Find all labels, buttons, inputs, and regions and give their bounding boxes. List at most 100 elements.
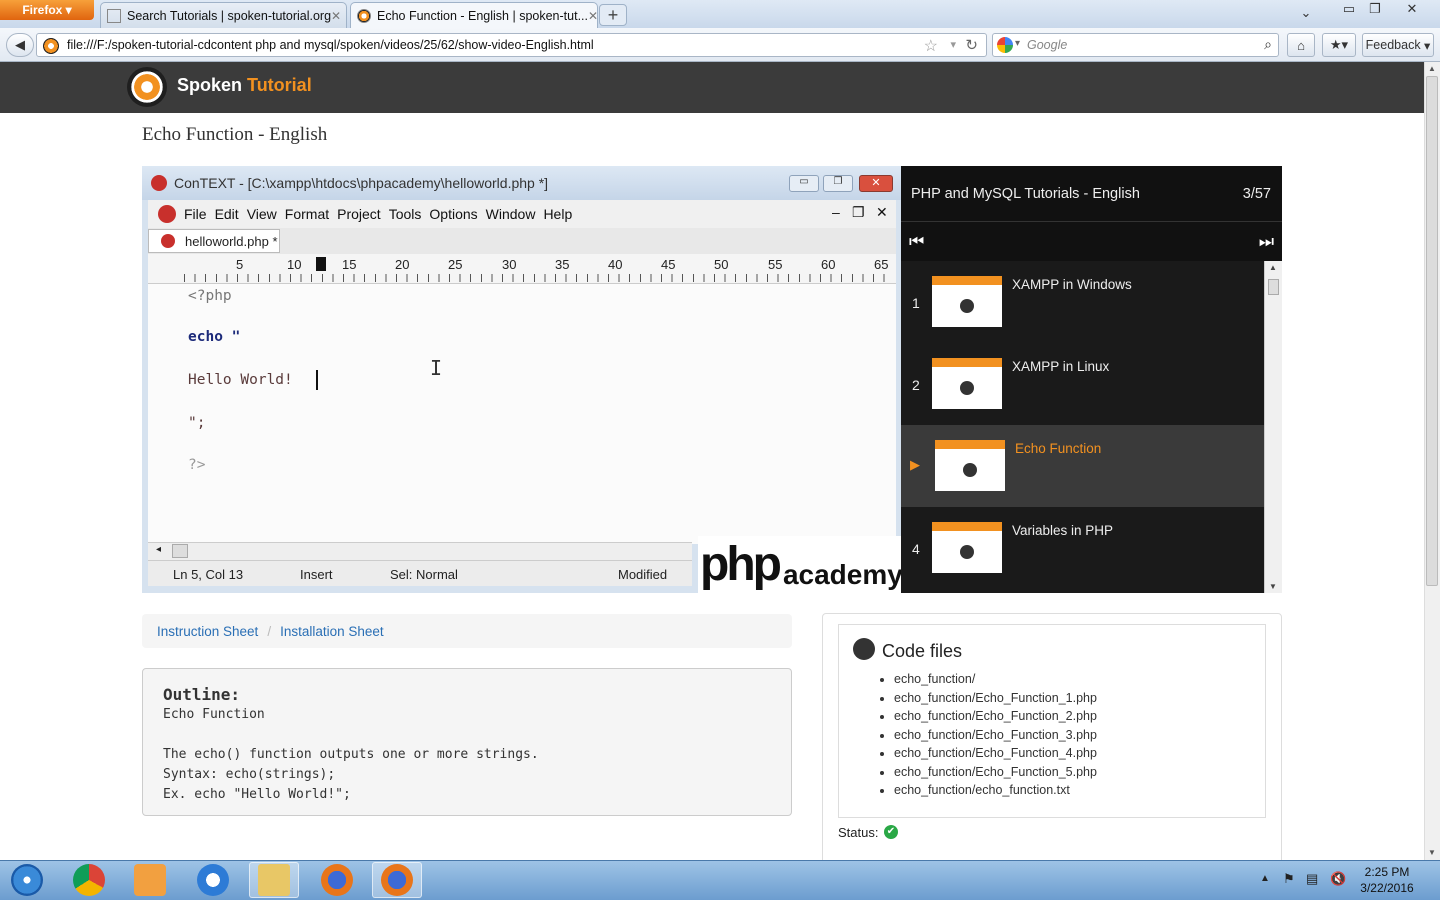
text-caret	[316, 370, 318, 390]
folder-icon	[258, 864, 290, 896]
code-file-link[interactable]: echo_function/echo_function.txt	[894, 781, 1097, 800]
search-icon[interactable]: ⌕	[1264, 36, 1272, 53]
code-line: <?php	[188, 288, 232, 304]
code-file-link[interactable]: echo_function/	[894, 670, 1097, 689]
i-beam-cursor-icon: I	[430, 356, 443, 380]
editor-file-tab-label: helloworld.php *	[185, 233, 278, 249]
outline-heading: Outline:	[163, 685, 241, 704]
url-history-dropdown-icon[interactable]: ▾	[950, 38, 956, 51]
bookmarks-button[interactable]: ★▾	[1322, 33, 1356, 57]
playlist-item-title: Variables in PHP	[1012, 523, 1114, 538]
menu-tools: Tools	[388, 206, 422, 222]
media-player-icon	[134, 864, 166, 896]
windows-logo-icon	[11, 864, 43, 896]
engine-dropdown-icon[interactable]: ▾	[1015, 38, 1020, 49]
video-thumbnail	[932, 276, 1002, 327]
editor-doc-icon	[158, 205, 176, 223]
playlist-item-current[interactable]: ▶ Echo Function	[901, 425, 1264, 507]
editor-horizontal-scrollbar: ◂	[148, 542, 692, 560]
outline-line: Ex. echo "Hello World!";	[163, 787, 351, 802]
minimize-window-button[interactable]: ▭	[1338, 0, 1360, 18]
tab-echo-function[interactable]: Echo Function - English | spoken-tut... …	[350, 2, 598, 28]
search-placeholder: Google	[1027, 38, 1068, 52]
tab-search-tutorials[interactable]: Search Tutorials | spoken-tutorial.org ✕	[100, 2, 347, 28]
action-center-flag-icon[interactable]: ⚑	[1283, 871, 1295, 887]
start-button[interactable]	[2, 862, 52, 898]
playlist-list: 1 XAMPP in Windows 2 XAMPP in Linux ▶ Ec…	[901, 261, 1264, 593]
page-icon	[107, 8, 121, 23]
playlist-item[interactable]: 4 Variables in PHP	[901, 507, 1264, 589]
site-brand[interactable]: Spoken Tutorial	[177, 75, 312, 96]
taskbar-file-explorer[interactable]	[249, 862, 299, 898]
chrome-icon	[73, 864, 105, 896]
close-window-button[interactable]: ✕	[1390, 0, 1434, 18]
home-button[interactable]: ⌂	[1287, 33, 1315, 57]
google-engine-icon[interactable]	[997, 37, 1013, 53]
feedback-button[interactable]: Feedback ▾	[1362, 33, 1434, 57]
page-scroll-thumb[interactable]	[1426, 76, 1438, 586]
next-video-icon[interactable]: ⏭	[1259, 232, 1274, 252]
network-icon[interactable]: ▤	[1306, 871, 1318, 887]
now-playing-arrow-icon: ▶	[910, 457, 920, 472]
taskbar-firefox[interactable]	[312, 862, 362, 898]
show-hidden-icons-chevron-icon[interactable]: ▲	[1260, 873, 1270, 884]
video-player[interactable]: ConTEXT - [C:\xampp\htdocs\phpacademy\he…	[142, 166, 901, 593]
scroll-thumb	[172, 544, 188, 558]
spoken-tutorial-favicon-icon	[357, 8, 371, 23]
taskbar-chrome[interactable]	[64, 862, 114, 898]
scroll-thumb[interactable]	[1268, 279, 1279, 295]
taskbar-internet-explorer[interactable]	[188, 862, 238, 898]
editor-ruler: 5 10 15 20 25 30 35 40 45 50 55 60 65	[148, 254, 896, 284]
code-file-link[interactable]: echo_function/Echo_Function_2.php	[894, 707, 1097, 726]
address-bar[interactable]: file:///F:/spoken-tutorial-cdcontent php…	[36, 33, 987, 57]
search-input[interactable]: ▾ Google ⌕	[992, 33, 1279, 57]
playlist-item[interactable]: 1 XAMPP in Windows	[901, 261, 1264, 343]
menu-format: Format	[284, 206, 330, 222]
code-file-link[interactable]: echo_function/Echo_Function_3.php	[894, 726, 1097, 745]
volume-muted-icon[interactable]: 🔇	[1330, 871, 1346, 887]
code-file-link[interactable]: echo_function/Echo_Function_1.php	[894, 689, 1097, 708]
ruler-number: 65	[874, 257, 889, 272]
previous-video-icon[interactable]: ⏮	[909, 232, 924, 252]
reload-icon[interactable]: ↻	[965, 36, 978, 54]
installation-sheet-link[interactable]: Installation Sheet	[280, 624, 384, 639]
playlist-item-title: XAMPP in Linux	[1012, 359, 1110, 374]
taskbar-firefox-active[interactable]	[372, 862, 422, 898]
restore-window-button[interactable]: ❐	[1364, 0, 1386, 18]
system-clock[interactable]: 2:25 PM 3/22/2016	[1352, 864, 1422, 896]
taskbar-media-player[interactable]	[125, 862, 175, 898]
page-scroll-up-icon[interactable]: ▲	[1428, 64, 1436, 73]
playlist-scrollbar[interactable]: ▲ ▼	[1264, 261, 1282, 593]
scroll-up-icon[interactable]: ▲	[1269, 263, 1277, 272]
site-identity-icon[interactable]	[43, 38, 59, 54]
code-file-link[interactable]: echo_function/Echo_Function_4.php	[894, 744, 1097, 763]
globe-icon	[853, 638, 875, 660]
doc-restore-icon: ❐	[852, 204, 865, 220]
code-file-link[interactable]: echo_function/Echo_Function_5.php	[894, 763, 1097, 782]
menu-help: Help	[543, 206, 573, 222]
scroll-down-icon[interactable]: ▼	[1269, 582, 1277, 591]
editor-code-area: <?php echo " Hello World! "; ?> I	[148, 284, 896, 544]
firefox-menu-button[interactable]: Firefox ▾	[0, 0, 94, 20]
instruction-sheet-link[interactable]: Instruction Sheet	[157, 624, 258, 639]
back-button[interactable]: ◀	[6, 33, 34, 57]
playlist-counter: 3/57	[1242, 186, 1271, 202]
close-tab-icon[interactable]: ✕	[588, 9, 597, 23]
status-position: Ln 5, Col 13	[173, 567, 244, 582]
playlist-item-number: 2	[912, 377, 920, 393]
status-selection: Sel: Normal	[390, 567, 458, 582]
tab-list-chevron-icon[interactable]: ⌄	[1296, 4, 1316, 22]
code-line: ?>	[188, 457, 206, 473]
spoken-tutorial-logo[interactable]	[127, 67, 167, 107]
page-scroll-down-icon[interactable]: ▼	[1428, 848, 1436, 857]
ruler-number: 5	[236, 257, 244, 272]
phpacademy-watermark-logo: php academy	[698, 536, 901, 593]
close-tab-icon[interactable]: ✕	[331, 9, 341, 23]
menu-edit: Edit	[214, 206, 239, 222]
bookmark-star-icon[interactable]: ☆	[924, 36, 938, 56]
new-tab-button[interactable]: +	[599, 4, 627, 26]
brand-spoken: Spoken	[177, 75, 243, 95]
playlist-item[interactable]: 2 XAMPP in Linux	[901, 343, 1264, 425]
video-thumbnail	[932, 358, 1002, 409]
editor-statusbar: Ln 5, Col 13 Insert Sel: Normal Modified	[148, 560, 692, 586]
